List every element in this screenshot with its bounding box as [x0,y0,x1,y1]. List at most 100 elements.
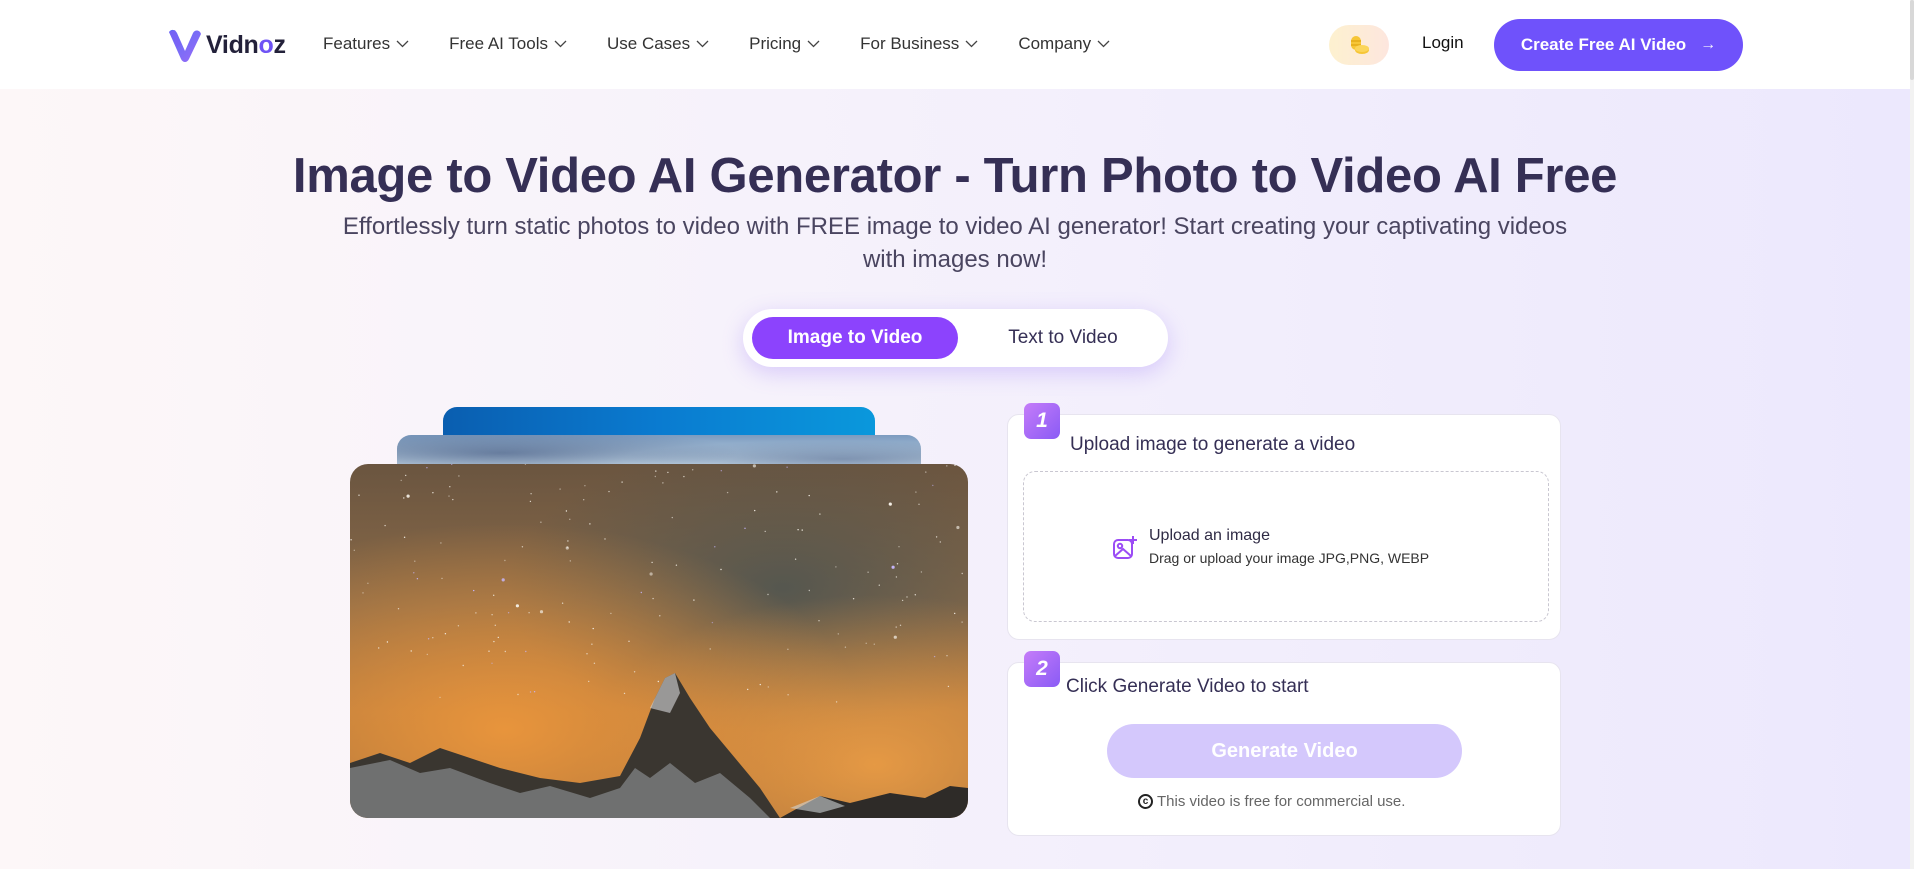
star [610,612,612,615]
star [873,643,875,645]
page-scrollbar-thumb[interactable] [1910,0,1914,80]
star [878,584,880,586]
star [591,643,593,645]
star [935,536,938,538]
image-upload-dropzone[interactable] [1023,471,1549,622]
star [893,635,897,639]
vidnoz-logo-icon [169,29,201,62]
star [946,655,948,657]
star [667,471,669,474]
generate-video-button[interactable]: Generate Video [1107,724,1462,778]
create-free-ai-video-button[interactable]: Create Free AI Video → [1494,19,1743,71]
nav-item-use-cases[interactable]: Use Cases [607,30,709,58]
star [899,624,902,626]
star [652,597,654,600]
star [852,598,855,600]
star [444,633,447,635]
star [797,529,799,531]
page-subtitle: Effortlessly turn static photos to video… [342,213,1568,273]
star [906,596,908,598]
chevron-down-icon [807,40,820,48]
star [895,576,898,578]
star [362,592,364,594]
star [867,571,869,573]
chevron-down-icon [554,40,567,48]
star [367,582,369,584]
star [888,502,892,506]
mode-toggle: Image to Video Text to Video [743,309,1168,367]
star [524,464,527,465]
star [565,510,568,512]
star [410,650,412,652]
star [965,465,968,469]
star [776,491,778,493]
sample-image-front [350,464,968,818]
star [961,621,963,623]
login-link[interactable]: Login [1422,33,1464,53]
star [491,614,493,616]
upload-format-hint: Drag or upload your image JPG,PNG, WEBP [1149,550,1430,566]
image-add-icon [1113,536,1137,559]
star [714,546,716,548]
chevron-down-icon [696,40,709,48]
star [649,572,653,576]
star [693,599,695,601]
star [933,655,936,658]
nav-item-company[interactable]: Company [1018,30,1110,58]
upload-label: Upload an image [1149,527,1270,544]
star [901,599,904,602]
nav-item-pricing[interactable]: Pricing [749,30,820,58]
tab-image-to-video[interactable]: Image to Video [752,317,958,359]
star [786,466,788,468]
star [767,593,769,596]
star [720,470,722,472]
star [405,474,407,477]
star [621,481,623,483]
star [925,471,927,473]
nav-item-features[interactable]: Features [323,30,409,58]
step-1-title: Upload image to generate a video [1070,434,1356,455]
copyright-icon: c [1138,794,1153,809]
arrow-right-icon: → [1700,36,1717,53]
chevron-down-icon [396,40,409,48]
page-scrollbar-track[interactable] [1910,0,1914,869]
star [808,494,810,497]
star [451,464,453,465]
tab-text-to-video[interactable]: Text to Video [968,317,1158,359]
star [449,486,451,488]
star [671,516,673,519]
star [504,650,506,653]
star [432,637,434,639]
star [559,488,561,490]
star [692,469,694,471]
star [501,578,505,582]
star [353,549,355,551]
star [651,561,653,564]
nav-item-for-business[interactable]: For Business [860,30,978,58]
star [939,541,941,543]
star [384,524,386,527]
star [397,608,400,610]
star [589,523,591,525]
nav-item-free-ai-tools[interactable]: Free AI Tools [449,30,567,58]
logo-text: Vidnoz [206,30,286,59]
star [584,485,586,487]
star [427,638,430,640]
star [683,475,685,478]
star [491,662,493,664]
credits-button[interactable] [1329,25,1389,65]
star [521,546,524,548]
star [475,612,477,614]
star [956,525,960,530]
star [488,650,490,652]
star [914,594,916,596]
star [569,518,571,520]
star [918,503,920,505]
star [592,627,594,630]
vidnoz-logo[interactable]: Vidnoz [167,26,286,64]
star [530,493,532,495]
star [608,490,610,493]
star [865,642,867,644]
star [386,641,389,643]
star [946,465,948,467]
